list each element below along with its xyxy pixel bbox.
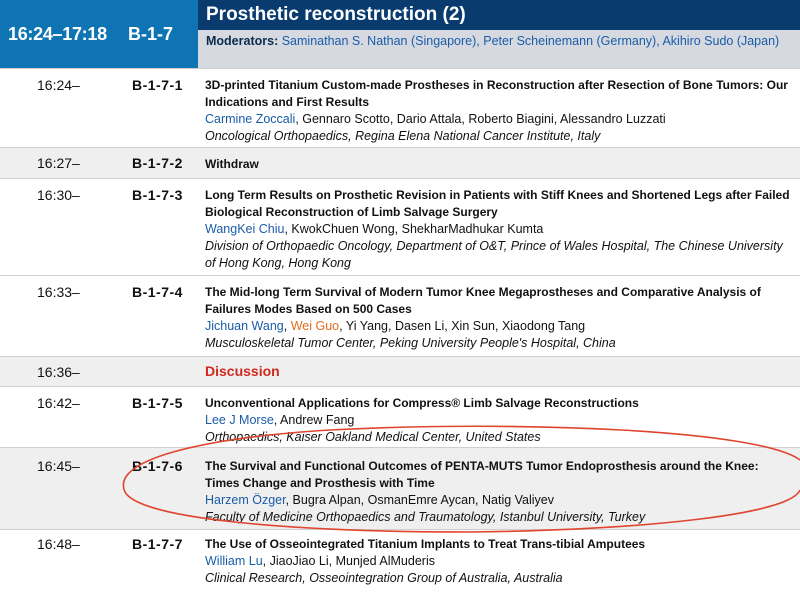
- talk-affiliation: Division of Orthopaedic Oncology, Depart…: [205, 239, 783, 270]
- talk-time: 16:36–: [37, 364, 80, 380]
- talk-presenter: Harzem Özger: [205, 493, 286, 507]
- talk-author-separator: ,: [283, 319, 291, 333]
- talk-time: 16:27–: [37, 155, 80, 171]
- talk-time: 16:45–: [37, 458, 80, 474]
- session-time-block: 16:24–17:18 B-1-7: [0, 0, 198, 68]
- moderators-bar: Moderators: Saminathan S. Nathan (Singap…: [198, 30, 800, 68]
- talk-code: B-1-7-1: [132, 77, 183, 93]
- session-header: 16:24–17:18 B-1-7 Prosthetic reconstruct…: [0, 0, 800, 68]
- talk-presenter: WangKei Chiu: [205, 222, 285, 236]
- talk-code: B-1-7-7: [132, 536, 183, 552]
- talk-row: 16:24– B-1-7-1 3D-printed Titanium Custo…: [0, 68, 800, 147]
- talk-presenter-highlighted: Wei Guo: [290, 319, 340, 333]
- talk-row: 16:45– B-1-7-6 The Survival and Function…: [0, 447, 800, 529]
- session-code: B-1-7: [128, 24, 174, 44]
- talk-affiliation: Clinical Research, Osseointegration Grou…: [205, 571, 563, 585]
- talk-title: 3D-printed Titanium Custom-made Prosthes…: [205, 78, 788, 109]
- talk-affiliation: Musculoskeletal Tumor Center, Peking Uni…: [205, 336, 616, 350]
- talk-coauthors: , Bugra Alpan, OsmanEmre Aycan, Natig Va…: [285, 493, 555, 507]
- moderators-names: Saminathan S. Nathan (Singapore), Peter …: [281, 34, 780, 48]
- talk-title: The Use of Osseointegrated Titanium Impl…: [205, 537, 646, 551]
- talk-title: Unconventional Applications for Compress…: [205, 396, 639, 410]
- talk-presenter: Carmine Zoccali: [205, 112, 296, 126]
- talk-time: 16:30–: [37, 187, 80, 203]
- talk-row: 16:30– B-1-7-3 Long Term Results on Pros…: [0, 178, 800, 275]
- talk-affiliation: Orthopaedics, Kaiser Oakland Medical Cen…: [205, 430, 541, 444]
- talk-row: 16:33– B-1-7-4 The Mid-long Term Surviva…: [0, 275, 800, 356]
- session-title-bar: Prosthetic reconstruction (2): [198, 0, 800, 30]
- discussion-row: 16:36– Discussion: [0, 356, 800, 386]
- talk-presenter: William Lu: [205, 554, 263, 568]
- talk-title: Long Term Results on Prosthetic Revision…: [205, 188, 790, 219]
- talk-affiliation: Faculty of Medicine Orthopaedics and Tra…: [205, 510, 646, 524]
- talk-coauthors: , Yi Yang, Dasen Li, Xin Sun, Xiaodong T…: [339, 319, 586, 333]
- talk-time: 16:33–: [37, 284, 80, 300]
- session-time: 16:24–17:18: [8, 24, 107, 44]
- session-title: Prosthetic reconstruction (2): [206, 4, 466, 25]
- talk-presenter: Jichuan Wang: [205, 319, 284, 333]
- talk-coauthors: , Andrew Fang: [273, 413, 355, 427]
- talk-affiliation: Oncological Orthopaedics, Regina Elena N…: [205, 129, 601, 143]
- talk-row: 16:27– B-1-7-2 Withdraw: [0, 147, 800, 178]
- talk-row: 16:42– B-1-7-5 Unconventional Applicatio…: [0, 386, 800, 447]
- talk-title: Withdraw: [205, 157, 259, 171]
- talk-time: 16:48–: [37, 536, 80, 552]
- discussion-label: Discussion: [205, 363, 280, 379]
- talk-coauthors: , Gennaro Scotto, Dario Attala, Roberto …: [295, 112, 666, 126]
- moderators-label: Moderators:: [206, 34, 279, 48]
- talk-coauthors: , JiaoJiao Li, Munjed AlMuderis: [262, 554, 435, 568]
- talk-code: B-1-7-6: [132, 458, 183, 474]
- talk-time: 16:42–: [37, 395, 80, 411]
- talk-row: 16:48– B-1-7-7 The Use of Osseointegrate…: [0, 529, 800, 603]
- talk-code: B-1-7-3: [132, 187, 183, 203]
- talk-code: B-1-7-5: [132, 395, 183, 411]
- talk-code: B-1-7-2: [132, 155, 183, 171]
- talk-title: The Mid-long Term Survival of Modern Tum…: [205, 285, 761, 316]
- talk-presenter: Lee J Morse: [205, 413, 274, 427]
- talk-title: The Survival and Functional Outcomes of …: [205, 459, 759, 490]
- talk-coauthors: , KwokChuen Wong, ShekharMadhukar Kumta: [284, 222, 544, 236]
- talk-code: B-1-7-4: [132, 284, 183, 300]
- talk-time: 16:24–: [37, 77, 80, 93]
